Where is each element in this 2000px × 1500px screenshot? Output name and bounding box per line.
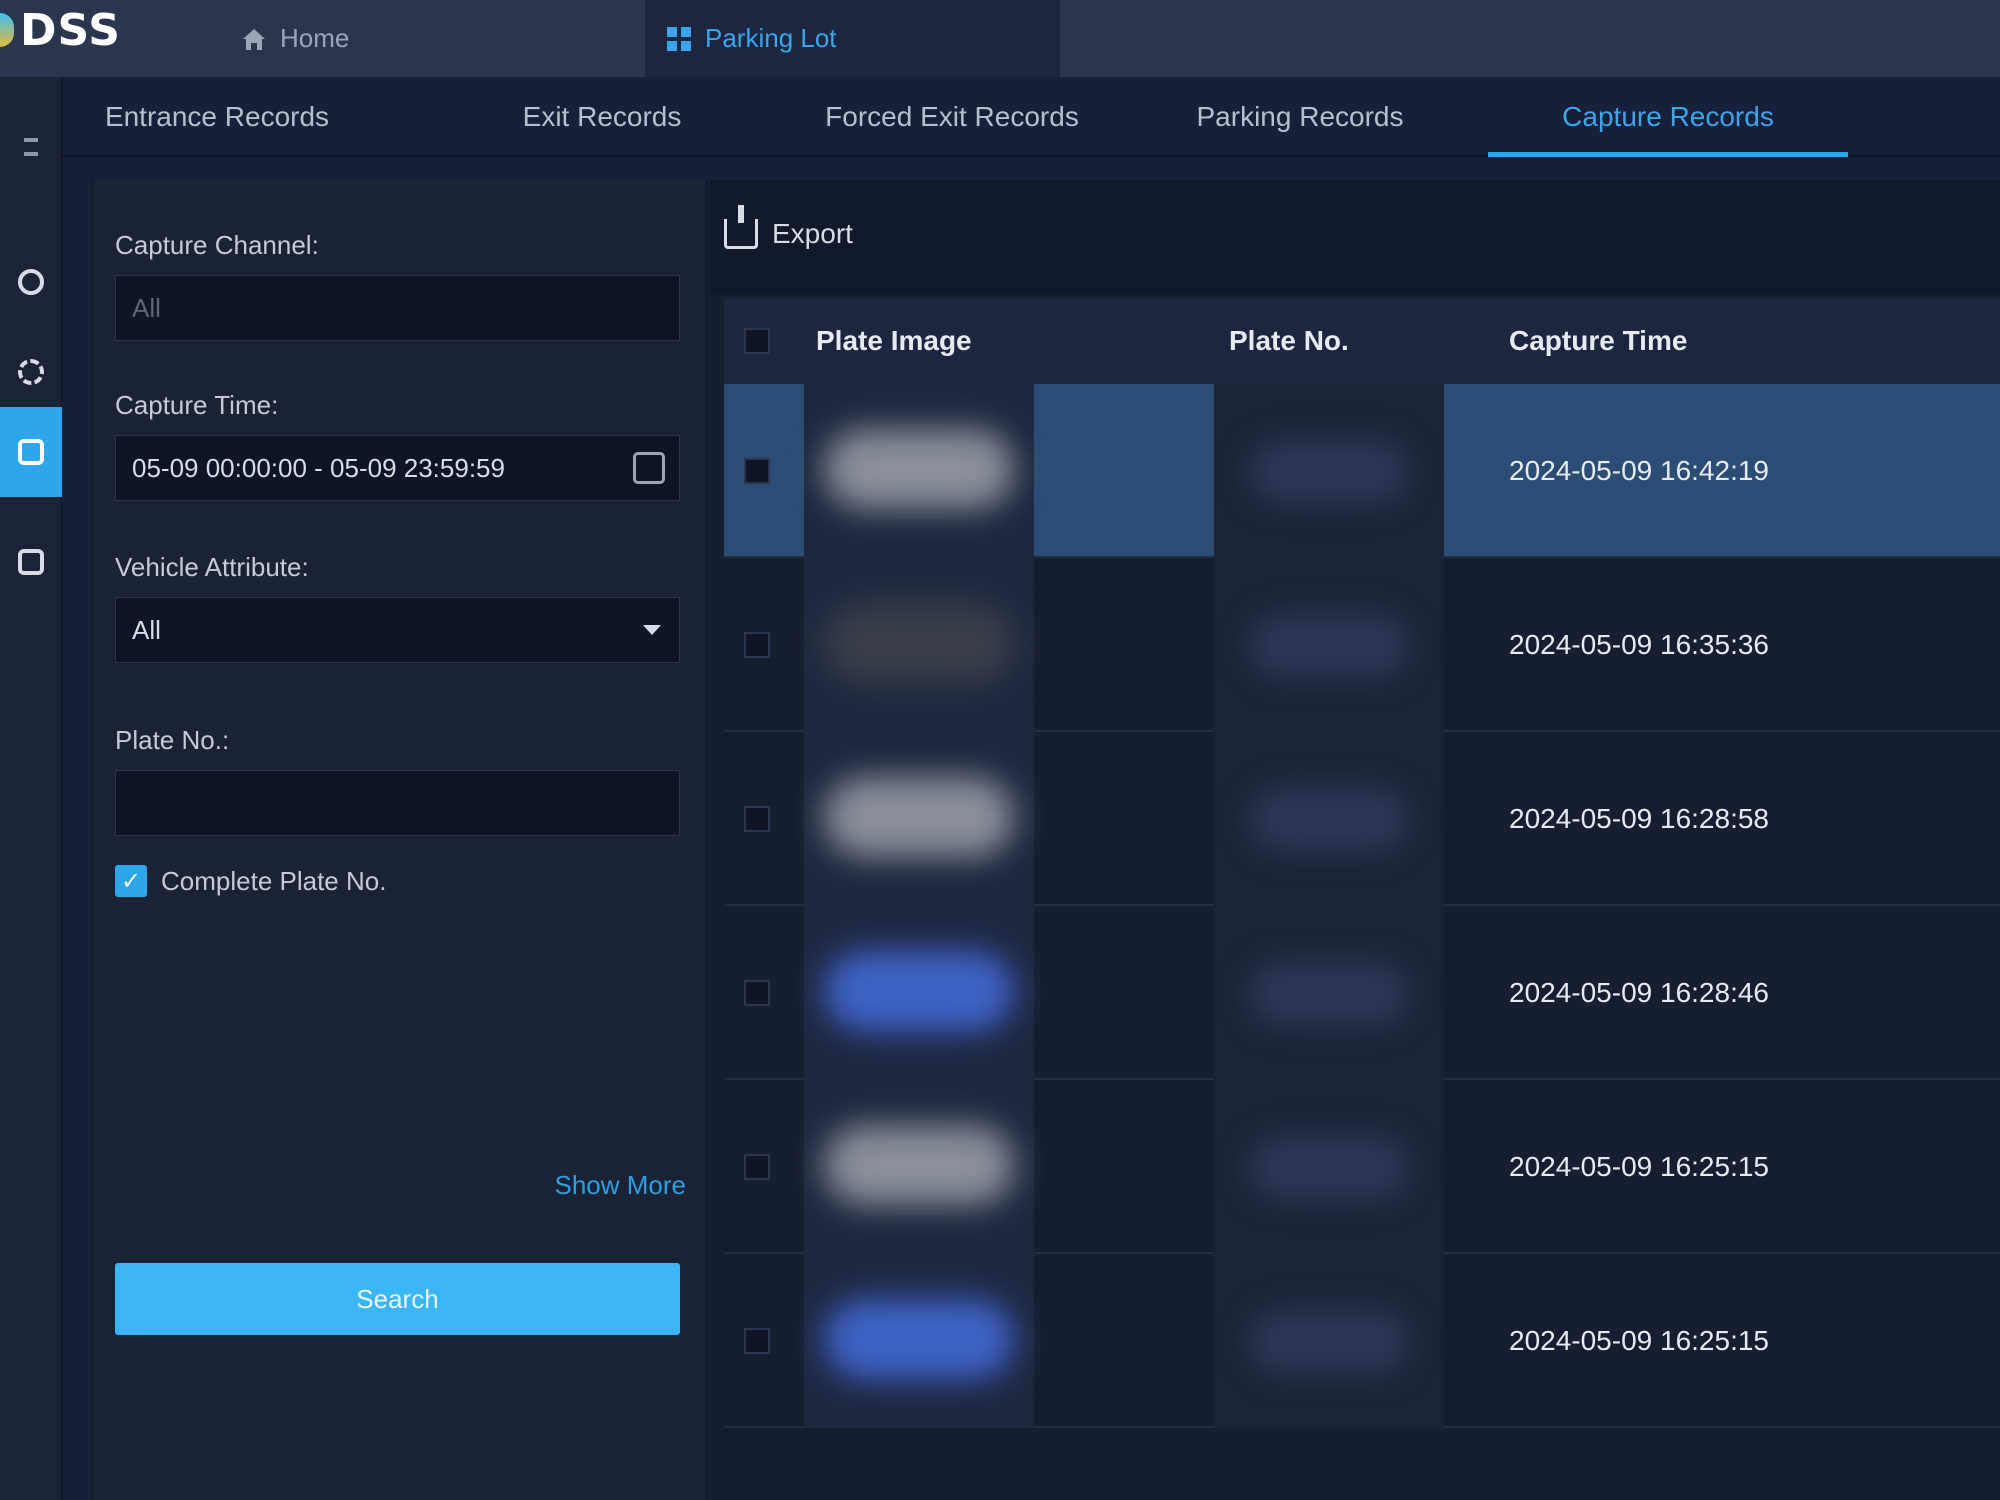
row-checkbox[interactable] (744, 1080, 770, 1254)
row-checkbox[interactable] (744, 906, 770, 1080)
plate-number-redacted (1214, 558, 1444, 732)
column-header-plate-image: Plate Image (816, 325, 972, 356)
search-button[interactable]: Search (115, 1263, 680, 1335)
tab-home[interactable]: Home (240, 0, 645, 77)
row-checkbox[interactable] (744, 558, 770, 732)
plate-number-redacted (1214, 1254, 1444, 1428)
capture-time-label: Capture Time: (115, 390, 279, 420)
complete-plate-checkbox-row[interactable]: ✓ Complete Plate No. (115, 865, 386, 897)
gear-icon (18, 359, 44, 385)
vehicle-attribute-value: All (132, 614, 161, 645)
tab-parking-lot-label: Parking Lot (705, 23, 837, 53)
capture-time-cell: 2024-05-09 16:25:15 (1509, 1325, 1769, 1356)
logo-mark-icon (0, 13, 14, 47)
app-logo: DSS (0, 0, 150, 60)
capture-channel-select[interactable]: All (115, 275, 680, 341)
grid-icon (667, 26, 691, 51)
plate-no-label: Plate No.: (115, 725, 230, 755)
rail-item-monitor[interactable] (0, 517, 62, 607)
results-toolbar: Export (710, 180, 2000, 295)
filter-panel: Capture Channel: All Capture Time: 05-09… (92, 180, 707, 1500)
complete-plate-checkbox[interactable]: ✓ (115, 865, 147, 897)
capture-time-value: 05-09 00:00:00 - 05-09 23:59:59 (132, 452, 505, 483)
capture-time-cell: 2024-05-09 16:25:15 (1509, 1151, 1769, 1182)
tab-parking-records[interactable]: Parking Records (1180, 77, 1420, 157)
capture-time-cell: 2024-05-09 16:35:36 (1509, 629, 1769, 660)
capture-channel-placeholder: All (132, 292, 161, 323)
pie-icon (18, 269, 44, 295)
vehicle-attribute-select[interactable]: All (115, 597, 680, 663)
search-record-icon (18, 439, 44, 465)
rail-item-search[interactable] (0, 407, 62, 497)
vehicle-attribute-label: Vehicle Attribute: (115, 552, 309, 582)
calendar-icon[interactable] (633, 452, 665, 484)
plate-number-redacted (1214, 906, 1444, 1080)
show-more-link[interactable]: Show More (555, 1170, 687, 1201)
plate-no-input[interactable] (115, 770, 680, 836)
side-rail (0, 77, 62, 1500)
tab-entrance-records[interactable]: Entrance Records (102, 77, 332, 157)
top-bar: DSS Home Parking Lot (0, 0, 2000, 77)
rail-item-overview[interactable] (0, 237, 62, 327)
plate-number-redacted (1214, 1080, 1444, 1254)
plate-image[interactable] (804, 384, 1034, 558)
row-checkbox[interactable] (744, 1254, 770, 1428)
table-row[interactable]: 2024-05-09 16:25:15 (724, 1254, 2000, 1428)
plate-image[interactable] (804, 1080, 1034, 1254)
table-header: Plate Image Plate No. Capture Time (724, 298, 2000, 384)
plate-image[interactable] (804, 558, 1034, 732)
home-icon (243, 28, 265, 50)
column-header-capture-time: Capture Time (1509, 325, 1688, 356)
table-row[interactable]: 2024-05-09 16:25:15 (724, 1080, 2000, 1254)
column-header-plate-no: Plate No. (1229, 325, 1349, 356)
plate-image[interactable] (804, 732, 1034, 906)
table-row[interactable]: 2024-05-09 16:42:19 (724, 384, 2000, 558)
plate-number-redacted (1214, 732, 1444, 906)
capture-time-cell: 2024-05-09 16:42:19 (1509, 455, 1769, 486)
tab-home-label: Home (280, 23, 350, 53)
menu-icon[interactable] (0, 117, 62, 177)
rail-item-settings[interactable] (0, 327, 62, 417)
capture-channel-label: Capture Channel: (115, 230, 319, 260)
results-panel: Export Plate Image Plate No. Capture Tim… (710, 180, 2000, 1500)
chevron-down-icon (643, 625, 661, 635)
select-all-checkbox[interactable] (744, 298, 770, 384)
capture-time-input[interactable]: 05-09 00:00:00 - 05-09 23:59:59 (115, 435, 680, 501)
tab-parking-lot[interactable]: Parking Lot (645, 0, 1060, 77)
row-checkbox[interactable] (744, 732, 770, 906)
logo-text: DSS (20, 4, 121, 56)
complete-plate-label: Complete Plate No. (161, 865, 387, 896)
record-tabs: Entrance Records Exit Records Forced Exi… (62, 77, 2000, 157)
table-row[interactable]: 2024-05-09 16:28:46 (724, 906, 2000, 1080)
table-row[interactable]: 2024-05-09 16:35:36 (724, 558, 2000, 732)
tab-capture-records[interactable]: Capture Records (1488, 77, 1848, 157)
export-button[interactable]: Export (724, 205, 853, 250)
tab-forced-exit-records[interactable]: Forced Exit Records (802, 77, 1102, 157)
export-icon (724, 205, 758, 249)
row-checkbox[interactable] (744, 384, 770, 558)
monitor-icon (18, 549, 44, 575)
plate-number-redacted (1214, 384, 1444, 558)
capture-time-cell: 2024-05-09 16:28:46 (1509, 977, 1769, 1008)
plate-image[interactable] (804, 1254, 1034, 1428)
tab-exit-records[interactable]: Exit Records (502, 77, 702, 157)
plate-image[interactable] (804, 906, 1034, 1080)
table-row[interactable]: 2024-05-09 16:28:58 (724, 732, 2000, 906)
capture-time-cell: 2024-05-09 16:28:58 (1509, 803, 1769, 834)
export-label: Export (772, 218, 853, 249)
